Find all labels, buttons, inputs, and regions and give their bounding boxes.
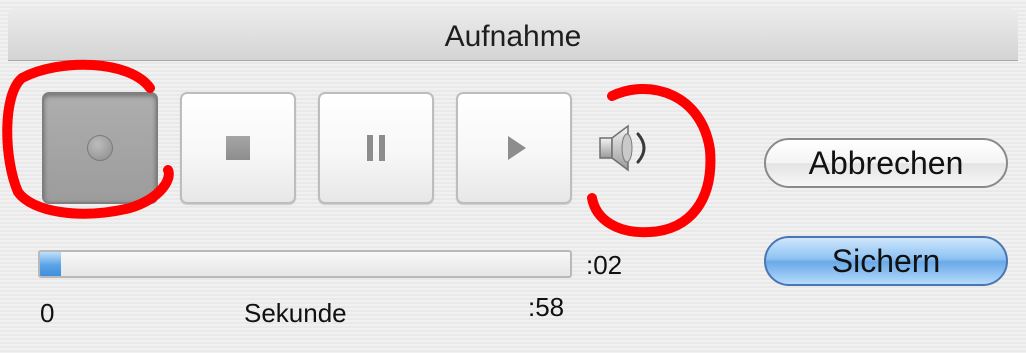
time-unit-label: Sekunde (244, 298, 347, 328)
stop-icon (226, 136, 250, 160)
speaker-icon[interactable] (594, 120, 664, 176)
progress-fill (40, 252, 62, 276)
play-button[interactable] (456, 92, 572, 204)
cancel-button[interactable]: Abbrechen (764, 138, 1008, 188)
play-icon (508, 136, 526, 160)
save-button[interactable]: Sichern (764, 236, 1008, 286)
scale-start-label: 0 (40, 298, 55, 328)
pause-icon (365, 135, 387, 161)
stop-button[interactable] (180, 92, 296, 204)
record-icon (87, 135, 113, 161)
remaining-time: :58 (528, 292, 565, 322)
pause-button[interactable] (318, 92, 434, 204)
record-button[interactable] (42, 92, 158, 204)
title-bar[interactable]: Aufnahme (8, 8, 1018, 61)
window-title: Aufnahme (444, 20, 582, 53)
elapsed-time: :02 (586, 250, 623, 280)
recording-dialog: Aufnahme Abbrechen Sichern :02 0 Sekunde… (0, 0, 1026, 353)
recording-progress-bar (38, 250, 572, 278)
